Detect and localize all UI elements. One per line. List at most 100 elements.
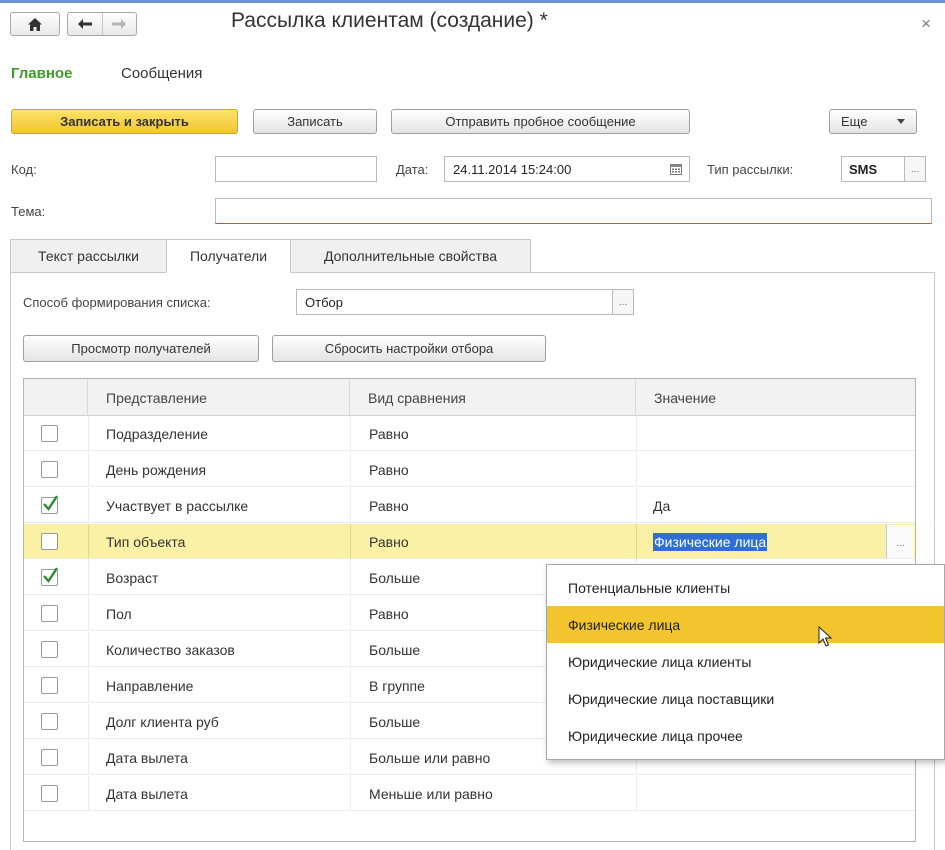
dropdown-option[interactable]: Юридические лица поставщики bbox=[547, 680, 944, 717]
table-row[interactable]: Тип объекта Равно Физические лица... bbox=[24, 524, 915, 559]
cell-comparison[interactable]: Равно bbox=[369, 596, 409, 631]
cell-representation[interactable]: Направление bbox=[106, 668, 193, 703]
section-tab-messages[interactable]: Сообщения bbox=[121, 65, 202, 82]
code-field[interactable] bbox=[215, 156, 377, 182]
cell-comparison[interactable]: Равно bbox=[369, 416, 409, 451]
column-separator bbox=[88, 776, 89, 811]
column-separator bbox=[636, 416, 637, 451]
value-select-button[interactable]: ... bbox=[886, 525, 914, 558]
home-icon bbox=[28, 17, 42, 31]
cell-representation[interactable]: Пол bbox=[106, 596, 132, 631]
header-value[interactable]: Значение bbox=[636, 379, 915, 416]
date-field[interactable]: 24.11.2014 15:24:00 bbox=[444, 156, 690, 182]
cell-comparison[interactable]: Больше bbox=[369, 704, 420, 739]
table-row[interactable]: Дата вылета Меньше или равно bbox=[24, 776, 915, 811]
tab-additional-properties[interactable]: Дополнительные свойства bbox=[290, 239, 531, 273]
cell-value[interactable]: Физические лица bbox=[653, 524, 768, 559]
column-separator bbox=[350, 668, 351, 703]
column-separator bbox=[636, 452, 637, 487]
dropdown-option[interactable]: Потенциальные клиенты bbox=[547, 569, 944, 606]
section-tab-main[interactable]: Главное bbox=[11, 65, 72, 82]
cell-comparison[interactable]: Равно bbox=[369, 488, 409, 523]
cell-representation[interactable]: День рождения bbox=[106, 452, 206, 487]
column-separator bbox=[88, 632, 89, 667]
checkmark-icon bbox=[43, 495, 58, 511]
cell-representation[interactable]: Дата вылета bbox=[106, 776, 188, 811]
table-row[interactable]: Участвует в рассылке Равно Да bbox=[24, 488, 915, 523]
more-button-label: Еще bbox=[841, 114, 868, 129]
cell-comparison[interactable]: Больше или равно bbox=[369, 740, 490, 775]
row-checkbox[interactable] bbox=[41, 567, 58, 586]
row-checkbox[interactable] bbox=[41, 605, 58, 622]
row-checkbox[interactable] bbox=[41, 425, 58, 442]
date-value: 24.11.2014 15:24:00 bbox=[453, 161, 572, 177]
row-checkbox[interactable] bbox=[41, 713, 58, 730]
column-separator bbox=[88, 452, 89, 487]
date-label: Дата: bbox=[396, 162, 429, 177]
mailing-type-select-button[interactable]: ... bbox=[904, 156, 926, 182]
save-and-close-button[interactable]: Записать и закрыть bbox=[11, 109, 238, 134]
dropdown-option[interactable]: Юридические лица прочее bbox=[547, 717, 944, 754]
table-row[interactable]: День рождения Равно bbox=[24, 452, 915, 487]
header-comparison[interactable]: Вид сравнения bbox=[350, 379, 636, 416]
subject-field[interactable] bbox=[215, 198, 932, 224]
save-button[interactable]: Записать bbox=[253, 109, 377, 134]
home-button[interactable] bbox=[10, 12, 60, 36]
list-method-label: Способ формирования списка: bbox=[23, 295, 211, 310]
cell-representation[interactable]: Долг клиента руб bbox=[106, 704, 219, 739]
tab-recipients[interactable]: Получатели bbox=[166, 239, 291, 273]
back-button[interactable] bbox=[68, 19, 102, 29]
cell-comparison[interactable]: Больше bbox=[369, 632, 420, 667]
mailing-type-field[interactable]: SMS bbox=[841, 156, 905, 182]
tab-mailing-text[interactable]: Текст рассылки bbox=[10, 239, 167, 273]
cell-representation[interactable]: Участвует в рассылке bbox=[106, 488, 248, 523]
cell-representation[interactable]: Количество заказов bbox=[106, 632, 235, 667]
list-method-select-button[interactable]: ... bbox=[612, 289, 634, 315]
column-separator bbox=[350, 524, 351, 559]
column-separator bbox=[88, 596, 89, 631]
arrow-right-icon bbox=[112, 19, 127, 29]
view-recipients-button[interactable]: Просмотр получателей bbox=[23, 335, 259, 362]
row-checkbox[interactable] bbox=[41, 495, 58, 514]
column-separator bbox=[636, 776, 637, 811]
header-representation[interactable]: Представление bbox=[88, 379, 350, 416]
send-test-message-button[interactable]: Отправить пробное сообщение bbox=[391, 109, 690, 134]
cell-representation[interactable]: Тип объекта bbox=[106, 524, 185, 559]
chevron-down-icon bbox=[897, 119, 905, 124]
column-separator bbox=[350, 488, 351, 523]
more-button[interactable]: Еще bbox=[829, 109, 917, 134]
cell-representation[interactable]: Дата вылета bbox=[106, 740, 188, 775]
cell-comparison[interactable]: Больше bbox=[369, 560, 420, 595]
column-separator bbox=[350, 704, 351, 739]
cell-comparison[interactable]: Равно bbox=[369, 524, 409, 559]
reset-filter-button[interactable]: Сбросить настройки отбора bbox=[272, 335, 546, 362]
column-separator bbox=[350, 416, 351, 451]
row-checkbox[interactable] bbox=[41, 641, 58, 658]
window-title: Рассылка клиентам (создание) * bbox=[231, 9, 548, 32]
cell-comparison[interactable]: Меньше или равно bbox=[369, 776, 493, 811]
cell-value[interactable]: Да bbox=[653, 488, 670, 523]
row-checkbox[interactable] bbox=[41, 677, 58, 694]
ellipsis-icon: ... bbox=[618, 297, 628, 308]
row-checkbox[interactable] bbox=[41, 749, 58, 766]
ellipsis-icon: ... bbox=[896, 538, 905, 549]
column-separator bbox=[350, 596, 351, 631]
dropdown-option[interactable]: Юридические лица клиенты bbox=[547, 643, 944, 680]
row-checkbox[interactable] bbox=[41, 461, 58, 478]
cell-comparison[interactable]: Равно bbox=[369, 452, 409, 487]
forward-button[interactable] bbox=[102, 19, 136, 29]
table-header: Представление Вид сравнения Значение bbox=[24, 379, 915, 416]
dropdown-option[interactable]: Физические лица bbox=[547, 606, 944, 643]
cell-representation[interactable]: Возраст bbox=[106, 560, 158, 595]
table-row[interactable]: Подразделение Равно bbox=[24, 416, 915, 451]
value-dropdown-list: Потенциальные клиенты Физические лица Юрид… bbox=[546, 564, 945, 760]
row-checkbox[interactable] bbox=[41, 785, 58, 802]
calendar-icon[interactable] bbox=[670, 164, 682, 175]
cell-comparison[interactable]: В группе bbox=[369, 668, 425, 703]
row-checkbox[interactable] bbox=[41, 533, 58, 550]
window-top-border bbox=[0, 0, 945, 3]
list-method-field[interactable]: Отбор bbox=[296, 289, 613, 315]
close-icon[interactable]: × bbox=[921, 14, 931, 34]
column-separator bbox=[88, 704, 89, 739]
cell-representation[interactable]: Подразделение bbox=[106, 416, 208, 451]
